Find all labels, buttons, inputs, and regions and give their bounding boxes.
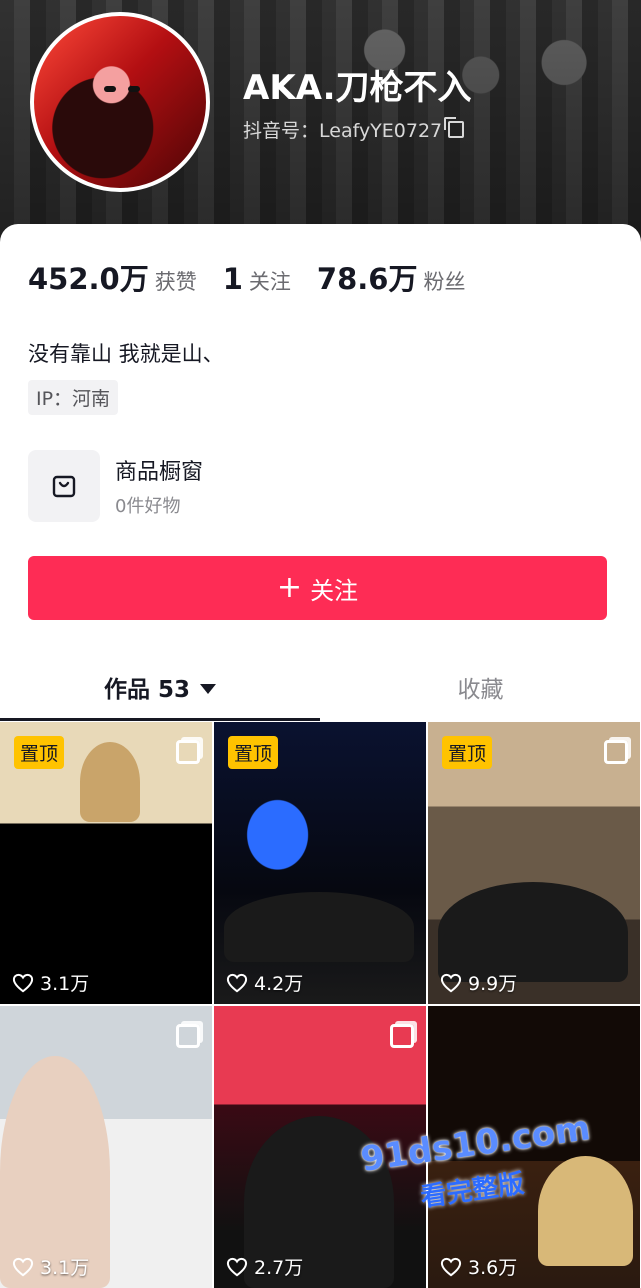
like-count: 3.1万 [12,1253,89,1280]
video-thumbnail[interactable]: 置顶 4.2万 [214,722,426,1004]
video-thumbnail[interactable]: 置顶 3.1万 [0,722,212,1004]
stat-followers[interactable]: 78.6万 粉丝 [317,256,466,298]
like-count-value: 3.1万 [40,1257,90,1279]
shop-title: 商品橱窗 [115,460,204,485]
stat-following-value: 1 [222,262,243,296]
follow-label: 关注 [310,576,359,605]
tab-favorites[interactable]: 收藏 [320,656,641,718]
stat-likes[interactable]: 452.0万 获赞 [28,256,197,298]
like-count-value: 9.9万 [468,973,518,995]
heart-icon [226,973,248,992]
like-count: 2.7万 [226,1253,303,1280]
profile-header-background: AKA.刀枪不入 抖音号：LeafyYE0727 [0,0,641,250]
plus-icon: + [276,570,303,605]
stat-following-label: 关注 [248,270,291,294]
active-tab-indicator [0,718,320,721]
pinned-badge: 置顶 [442,736,493,769]
multi-image-icon [604,740,628,764]
group-figures [538,1156,633,1266]
stat-followers-value: 78.6万 [316,262,418,296]
group-silhouette [224,892,414,962]
douyin-id[interactable]: 抖音号：LeafyYE0727 [243,116,465,143]
like-count: 3.6万 [440,1253,517,1280]
like-count-value: 3.6万 [468,1257,518,1279]
like-count-value: 2.7万 [254,1257,304,1279]
multi-image-icon [390,1024,414,1048]
like-count: 9.9万 [440,969,517,996]
like-count: 3.1万 [12,969,89,996]
heart-icon [12,1257,34,1276]
stat-likes-value: 452.0万 [28,262,149,296]
tab-works-label: 作品 53 [103,677,190,703]
like-count: 4.2万 [226,969,303,996]
like-count-value: 3.1万 [40,973,90,995]
shop-window[interactable]: 商品橱窗 0件好物 [28,450,428,522]
stat-followers-label: 粉丝 [423,270,466,294]
heart-icon [226,1257,248,1276]
follow-button[interactable]: + 关注 [28,556,607,620]
group-silhouette [438,882,628,982]
heart-icon [440,973,462,992]
pinned-badge: 置顶 [228,736,279,769]
pinned-badge: 置顶 [14,736,65,769]
tab-works[interactable]: 作品 53 [0,656,320,718]
stats-row: 452.0万 获赞 1 关注 78.6万 粉丝 [28,256,491,298]
nickname: AKA.刀枪不入 [243,68,472,108]
stat-following[interactable]: 1 关注 [223,262,291,296]
shop-subtitle: 0件好物 [115,496,181,517]
stat-likes-label: 获赞 [154,270,197,294]
tab-favorites-label: 收藏 [457,677,504,703]
caret-down-icon [200,684,216,694]
video-thumbnail[interactable]: 3.1万 [0,1006,212,1288]
like-count-value: 4.2万 [254,973,304,995]
video-thumbnail[interactable]: 置顶 9.9万 [428,722,640,1004]
heart-icon [440,1257,462,1276]
heart-icon [12,973,34,992]
ip-location-tag: IP：河南 [28,380,119,415]
douyin-id-text: 抖音号：LeafyYE0727 [243,120,443,142]
bio: 没有靠山 我就是山、 [28,342,224,366]
multi-image-icon [176,1024,200,1048]
shopping-bag-icon [28,450,100,522]
avatar[interactable] [30,12,210,192]
portrait-figure [80,742,140,822]
copy-icon[interactable] [444,117,465,138]
multi-image-icon [176,740,200,764]
content-tabs: 作品 53 收藏 [0,656,641,721]
